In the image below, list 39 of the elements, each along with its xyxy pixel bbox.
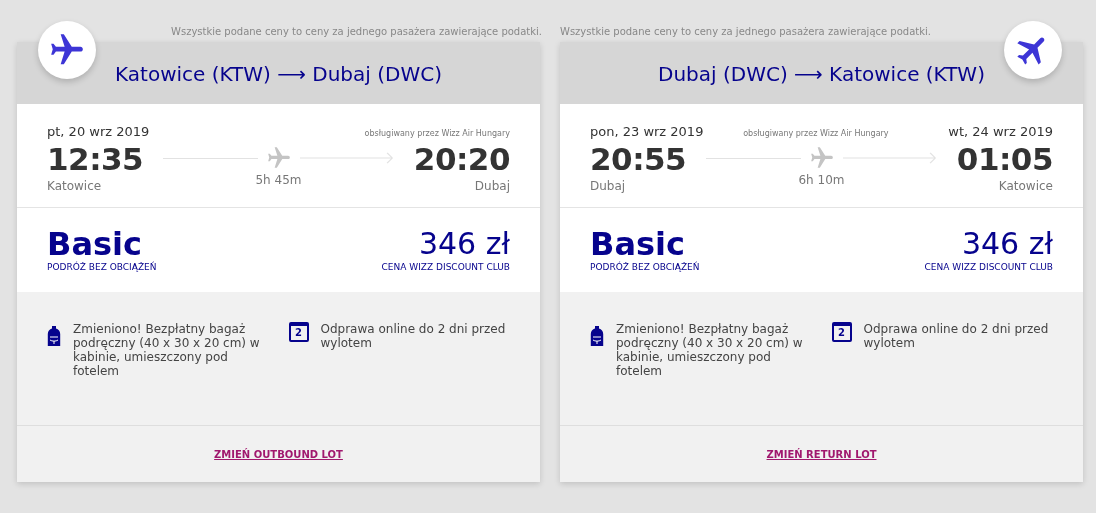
price-label: CENA WIZZ DISCOUNT CLUB [381,262,510,272]
backpack-icon [47,325,61,347]
fare-name: Basic [590,226,685,262]
fare-subtitle: PODRÓŻ BEZ OBCIĄŻEŃ [47,262,157,272]
arrival-city: Katowice [997,179,1053,193]
departure-time: 12:35 [47,140,144,179]
arrival-city: Dubaj [473,179,510,193]
price: 346 zł [960,226,1053,262]
feature-text: Zmieniono! Bezpłatny bagaż podręczny (40 x 30 x 20 cm) w kabinie, umieszczony pod fotelem [616,322,804,378]
calendar-icon: 2 [831,322,852,342]
departure-city: Dubaj [590,179,627,193]
change-flight-link[interactable]: ZMIEŃ RETURN LOT [766,448,877,460]
arrival-time: 20:20 [413,140,510,179]
departure-time: 20:55 [590,140,687,179]
feature-text: Zmieniono! Bezpłatny bagaż podręczny (40 x 30 x 20 cm) w kabinie, umieszczony pod fotelem [73,322,261,378]
price-label: CENA WIZZ DISCOUNT CLUB [924,262,1053,272]
fare-name: Basic [47,226,142,262]
airplane-icon [265,145,292,171]
flight-duration: 5h 45m [255,173,302,187]
feature-text: Odprawa online do 2 dni przed wylotem [863,322,1050,350]
change-flight-link[interactable]: ZMIEŃ OUTBOUND LOT [214,448,343,460]
flight-duration: 6h 10m [798,173,845,187]
price-note: Wszystkie podane ceny to ceny za jednego pasażera zawierające podatki. [560,25,932,39]
arrival-time: 01:05 [956,140,1053,179]
operator-text: obsługiwany przez Wizz Air Hungary [363,129,510,138]
fare-subtitle: PODRÓŻ BEZ OBCIĄŻEŃ [590,262,700,272]
arrival-date: wt, 24 wrz 2019 [948,124,1053,139]
route-title: Dubaj (DWC) ⟶ Katowice (KTW) [658,61,985,86]
price: 346 zł [417,226,510,262]
backpack-icon [590,325,604,347]
route-title: Katowice (KTW) ⟶ Dubaj (DWC) [115,61,442,86]
feature-text: Odprawa online do 2 dni przed wylotem [320,322,507,350]
departure-city: Katowice [47,179,103,193]
departure-date: pt, 20 wrz 2019 [47,124,150,139]
departure-date: pon, 23 wrz 2019 [590,124,704,139]
airplane-icon [808,145,835,171]
operator-text: obsługiwany przez Wizz Air Hungary [742,129,890,138]
price-note: Wszystkie podane ceny to ceny za jednego pasażera zawierające podatki. [170,25,542,39]
calendar-icon: 2 [288,322,309,342]
